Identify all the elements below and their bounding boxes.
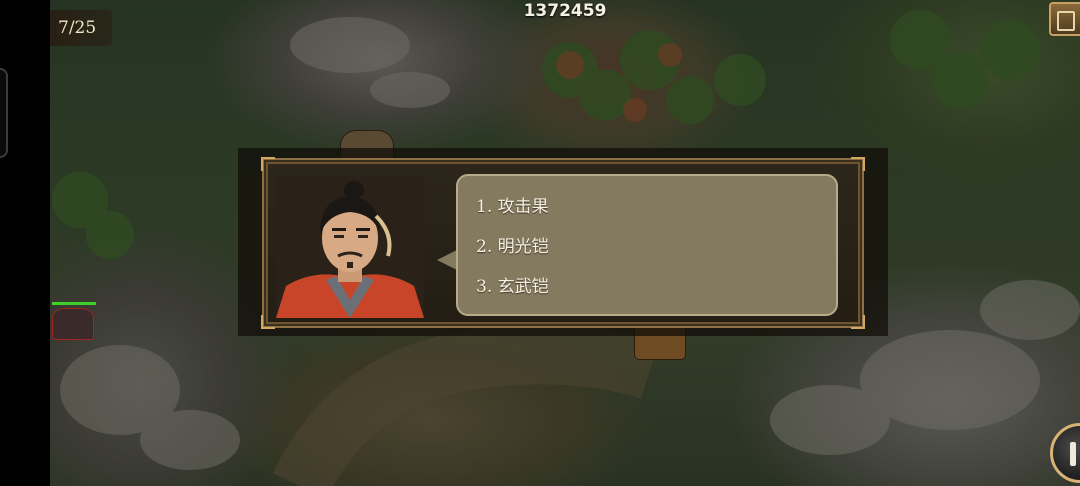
enemy-unit[interactable]	[52, 302, 98, 340]
speech-bubble: 1. 攻击果 2. 明光铠 3. 玄武铠	[456, 174, 838, 316]
reward-item: 2. 明光铠	[476, 237, 549, 257]
score-display: 1372459	[523, 1, 607, 21]
edge-swipe-handle[interactable]	[0, 68, 8, 158]
reward-item: 3. 玄武铠	[476, 277, 549, 297]
frame-corner	[261, 315, 275, 329]
speaker-portrait	[276, 176, 424, 318]
enemy-sprite	[52, 308, 94, 340]
speech-bubble-tail	[437, 250, 457, 270]
reward-list: 1. 攻击果 2. 明光铠 3. 玄武铠	[476, 192, 549, 312]
frame-corner	[851, 315, 865, 329]
device-bezel	[0, 0, 50, 486]
turn-counter: 7/25	[50, 10, 112, 46]
menu-icon	[1057, 11, 1075, 31]
enemy-hp-bar	[52, 302, 96, 305]
reward-item: 1. 攻击果	[476, 197, 549, 217]
menu-button[interactable]	[1049, 2, 1080, 36]
reward-dialog[interactable]: 1. 攻击果 2. 明光铠 3. 玄武铠	[261, 157, 865, 329]
pause-icon	[1070, 442, 1076, 466]
frame-corner	[851, 157, 865, 171]
frame-corner	[261, 157, 275, 171]
game-screen: 7/25 1372459 1. 攻击果 2. 明光铠 3. 玄武铠	[0, 0, 1080, 486]
